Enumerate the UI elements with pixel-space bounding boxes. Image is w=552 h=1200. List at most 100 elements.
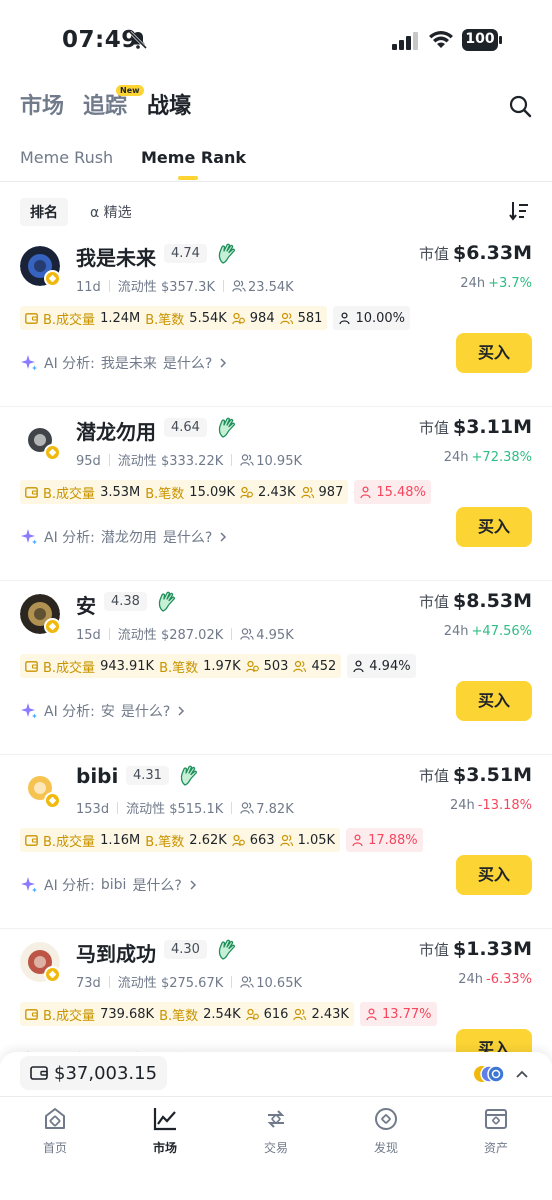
ai-analysis-link[interactable]: AI 分析: 我是未来 是什么? (20, 353, 228, 373)
users-icon (293, 660, 307, 672)
buy-button[interactable]: 买入 (456, 507, 532, 547)
market-cap-label: 市值 (418, 941, 449, 959)
sort-icon[interactable] (508, 200, 530, 222)
chevron-right-icon (178, 706, 185, 716)
market-cap-label: 市值 (418, 419, 449, 437)
token-card[interactable]: 安 4.38 15d 流动性 $287.02K 4.95K 市值 $8.53M 24h… (0, 581, 552, 755)
filter-alpha-selected[interactable]: α 精选 (90, 202, 132, 222)
wallet-icon (25, 486, 38, 498)
token-meta: 15d 流动性 $287.02K 4.95K (76, 624, 294, 643)
market-cap: 市值 $6.33M (419, 242, 532, 264)
token-card[interactable]: bibi 4.31 153d 流动性 $515.1K 7.82K 市值 $3.51M … (0, 755, 552, 929)
discover-compass-icon (375, 1108, 397, 1130)
token-name: 安 (76, 594, 96, 618)
b-trades-value: 5.54K (189, 310, 227, 326)
price-change: 24h +72.38% (444, 450, 532, 465)
b-trades-label: B.笔数 (145, 486, 185, 502)
token-name: 马到成功 (76, 942, 156, 966)
token-liquidity: $515.1K (169, 802, 224, 817)
filter-row: 排名 α 精选 (0, 196, 552, 228)
token-card[interactable]: 潜龙勿用 4.64 95d 流动性 $333.22K 10.95K 市值 $3.11M… (0, 407, 552, 581)
top-holder-share: 13.77% (359, 1002, 437, 1026)
market-cap: 市值 $1.33M (419, 938, 532, 960)
binance-stats: B.成交量 3.53M B.笔数 15.09K 2.43K 987 (20, 480, 349, 504)
liquidity-label: 流动性 (126, 802, 166, 817)
ai-suffix: 是什么? (162, 530, 213, 546)
binance-stats: B.成交量 1.24M B.笔数 5.54K 984 581 (20, 306, 328, 330)
price-change: 24h +3.7% (460, 276, 532, 291)
liquidity-label: 流动性 (117, 628, 157, 643)
chevron-up-icon[interactable] (514, 1066, 530, 1082)
top-nav: 市场 追踪 New 战壕 (0, 85, 552, 126)
b-volume-value: 1.16M (100, 832, 141, 848)
b-volume-value: 3.53M (100, 484, 141, 500)
ai-token-name: 我是未来 (100, 356, 157, 372)
market-cap: 市值 $3.11M (419, 416, 532, 438)
token-card[interactable]: 我是未来 4.74 11d 流动性 $357.3K 23.54K 市值 $6.33M … (0, 233, 552, 407)
ai-token-name: bibi (100, 877, 127, 893)
binance-stats: B.成交量 739.68K B.笔数 2.54K 616 2.43K (20, 1002, 354, 1026)
tab-market[interactable]: 市场 (20, 88, 64, 120)
traders-icon (245, 660, 259, 672)
ai-analysis-link[interactable]: AI 分析: 潜龙勿用 是什么? (20, 527, 228, 547)
b-trades-value: 2.54K (203, 1006, 241, 1022)
top-holder-share: 15.48% (354, 480, 431, 504)
users-value: 452 (311, 658, 337, 674)
buy-button[interactable]: 买入 (456, 855, 532, 895)
nav-assets[interactable]: 资产 (466, 1105, 526, 1156)
b-trades-label: B.笔数 (145, 312, 185, 328)
ai-analysis-link[interactable]: AI 分析: bibi 是什么? (20, 875, 198, 895)
ai-prefix: AI 分析: (44, 530, 95, 546)
nav-home-label: 首页 (42, 1141, 67, 1155)
ai-prefix: AI 分析: (44, 356, 95, 372)
b-volume-label: B.成交量 (43, 486, 96, 502)
search-icon[interactable] (508, 94, 532, 118)
users-value: 1.05K (297, 832, 336, 848)
buy-button[interactable]: 买入 (456, 681, 532, 721)
market-cap-value: $8.53M (452, 590, 532, 612)
traders-value: 2.43K (258, 484, 296, 500)
nav-market-label: 市场 (152, 1141, 177, 1155)
traders-icon (231, 312, 245, 324)
token-holders: 10.95K (256, 454, 302, 469)
users-value: 581 (297, 310, 323, 326)
market-cap-value: $3.51M (452, 764, 532, 786)
b-volume-value: 1.24M (100, 310, 141, 326)
filter-rank[interactable]: 排名 (20, 198, 68, 226)
period-label: 24h (443, 450, 469, 465)
users-value: 2.43K (311, 1006, 349, 1022)
b-volume-label: B.成交量 (43, 1008, 96, 1024)
token-stats: B.成交量 1.16M B.笔数 2.62K 663 1.05K 17.88% (20, 828, 423, 852)
chain-badge-icon (44, 270, 61, 287)
nav-trade[interactable]: 交易 (246, 1105, 306, 1156)
nav-trade-label: 交易 (263, 1141, 288, 1155)
token-liquidity: $287.02K (160, 628, 224, 643)
buy-button[interactable]: 买入 (456, 333, 532, 373)
nav-assets-label: 资产 (483, 1141, 508, 1155)
tab-meme-rush[interactable]: Meme Rush (20, 148, 113, 167)
wave-hand-icon (158, 591, 175, 612)
nav-home[interactable]: 首页 (25, 1105, 85, 1156)
wallet-icon (25, 312, 38, 324)
active-tab-indicator (178, 176, 198, 180)
token-holders: 4.95K (256, 628, 294, 643)
assets-wallet-icon (485, 1109, 507, 1129)
top-holder-share: 10.00% (333, 306, 411, 330)
liquidity-label: 流动性 (117, 976, 157, 991)
ai-analysis-link[interactable]: AI 分析: 安 是什么? (20, 701, 186, 721)
nav-market[interactable]: 市场 (135, 1105, 195, 1156)
token-age: 15d (76, 628, 101, 643)
market-cap-value: $1.33M (452, 938, 532, 960)
wallet-balance-chip[interactable]: $37,003.15 (20, 1056, 168, 1090)
tab-meme-rank[interactable]: Meme Rank (141, 148, 246, 167)
traders-icon (231, 834, 245, 846)
change-value: +3.7% (488, 276, 532, 291)
chain-badge-icon (44, 444, 61, 461)
ai-suffix: 是什么? (120, 704, 171, 720)
person-icon (353, 659, 364, 672)
change-value: +72.38% (471, 450, 532, 465)
tab-trenches[interactable]: 战壕 (147, 88, 191, 120)
wallet-bar[interactable]: $37,003.15 (0, 1052, 552, 1096)
nav-discover[interactable]: 发现 (356, 1105, 416, 1156)
token-liquidity: $333.22K (160, 454, 224, 469)
